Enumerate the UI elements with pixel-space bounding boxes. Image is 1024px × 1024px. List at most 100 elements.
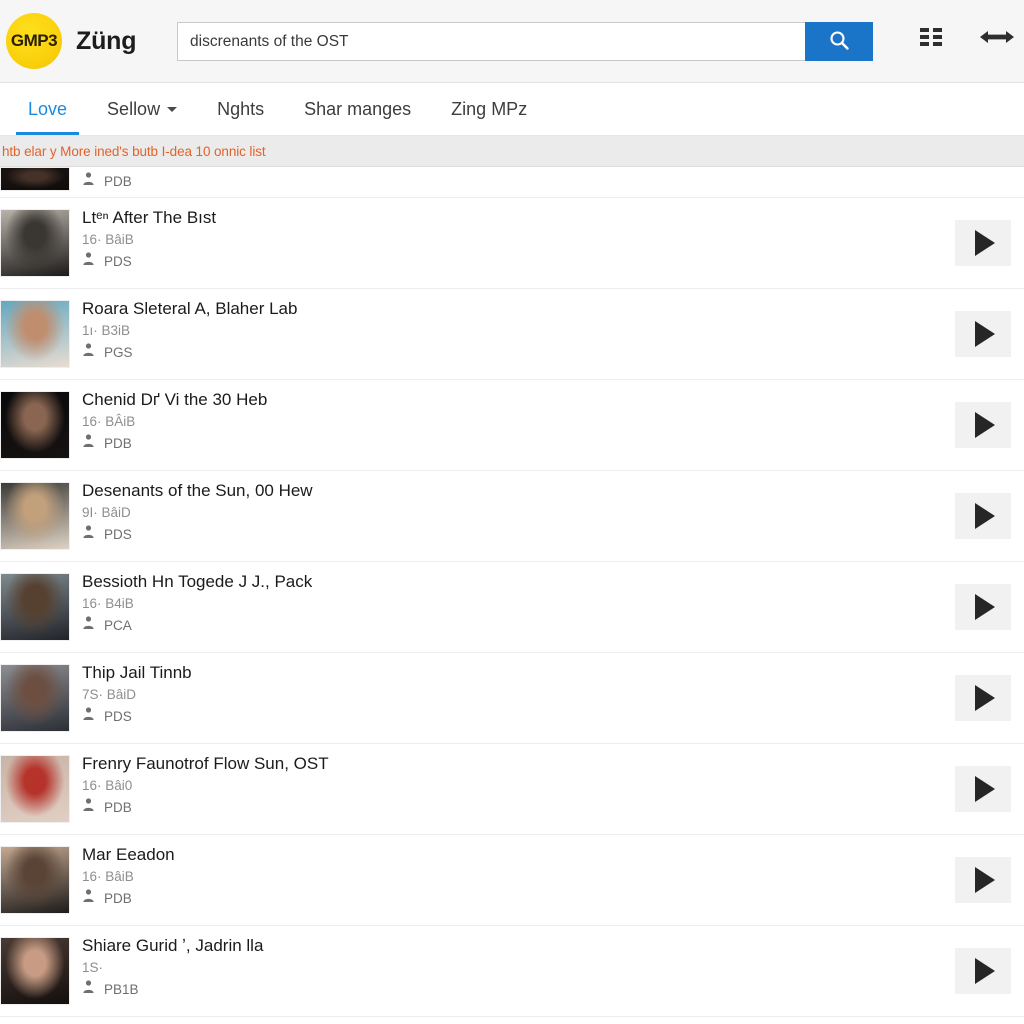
- play-button[interactable]: [955, 493, 1011, 539]
- result-source-label: PCA: [104, 618, 132, 633]
- user-icon: [82, 798, 95, 818]
- result-source-label: PDS: [104, 254, 132, 269]
- result-thumbnail[interactable]: [0, 664, 70, 732]
- result-title[interactable]: Roara Sleteral A, Blaher Lab: [82, 298, 955, 320]
- nav-tab-label-2: Nghts: [217, 98, 265, 119]
- play-icon: [975, 230, 995, 256]
- play-icon: [975, 503, 995, 529]
- result-source-label: PDS: [104, 527, 132, 542]
- play-icon: [975, 867, 995, 893]
- result-source: PCA: [82, 616, 955, 636]
- user-icon: [82, 434, 95, 454]
- result-source: PDB: [82, 889, 955, 909]
- result-title[interactable]: Thip Jail Tinnb: [82, 662, 955, 684]
- result-subtitle: 9I· BâiD: [82, 505, 131, 520]
- nav-tab-label-1: Sellow: [107, 98, 161, 119]
- play-button[interactable]: [955, 402, 1011, 448]
- result-source-label: PDB: [104, 174, 132, 189]
- result-row[interactable]: PDB: [0, 167, 1024, 198]
- play-button[interactable]: [955, 220, 1011, 266]
- result-row[interactable]: Ltᵉⁿ After The Bıst 16· BâiB PDS: [0, 198, 1024, 289]
- header-icon-group: [920, 28, 1014, 46]
- result-meta: Chenid Dґ Vi the 30 Heb 16· BÂiB PDB: [70, 380, 955, 454]
- result-source: PDB: [82, 434, 955, 454]
- result-row[interactable]: Chenid Dґ Vi the 30 Heb 16· BÂiB PDB: [0, 380, 1024, 471]
- play-icon: [975, 594, 995, 620]
- result-thumbnail[interactable]: [0, 937, 70, 1005]
- result-thumbnail[interactable]: [0, 300, 70, 368]
- play-button[interactable]: [955, 857, 1011, 903]
- result-thumbnail[interactable]: [0, 209, 70, 277]
- result-row[interactable]: Mar Eeadon 16· BâiB PDB: [0, 835, 1024, 926]
- play-button[interactable]: [955, 948, 1011, 994]
- nav-tab-label-4: Zing MPz: [451, 98, 528, 119]
- result-source: PDB: [82, 172, 1024, 192]
- result-subtitle: 16· B4iB: [82, 596, 134, 611]
- grid-menu-icon[interactable]: [920, 28, 942, 46]
- result-source: PGS: [82, 343, 955, 363]
- user-icon: [82, 252, 95, 272]
- play-icon: [975, 776, 995, 802]
- result-thumbnail[interactable]: [0, 573, 70, 641]
- result-subtitle: 7S· BâiD: [82, 687, 137, 702]
- result-source-label: PDB: [104, 436, 132, 451]
- play-button[interactable]: [955, 766, 1011, 812]
- result-thumbnail[interactable]: [0, 391, 70, 459]
- result-meta: Shiare Gurid ʼ, Jadrin lla 1S· PB1B: [70, 926, 955, 1000]
- play-button[interactable]: [955, 311, 1011, 357]
- nav-tab-0[interactable]: Love: [8, 83, 87, 135]
- result-row[interactable]: Thip Jail Tinnb 7S· BâiD PDS: [0, 653, 1024, 744]
- result-thumbnail[interactable]: [0, 482, 70, 550]
- logo[interactable]: GMP3 Züng: [6, 13, 136, 69]
- result-title[interactable]: Shiare Gurid ʼ, Jadrin lla: [82, 935, 955, 957]
- result-source-label: PDB: [104, 800, 132, 815]
- result-title[interactable]: Desenants of the Sun, 00 Hew: [82, 480, 955, 502]
- result-subtitle: 1S·: [82, 960, 104, 975]
- result-subtitle: 16· Bâi0: [82, 778, 133, 793]
- app-header: GMP3 Züng: [0, 0, 1024, 83]
- result-row[interactable]: Roara Sleteral A, Blaher Lab 1ı· B3iB PGS: [0, 289, 1024, 380]
- play-button[interactable]: [955, 675, 1011, 721]
- user-icon: [82, 707, 95, 727]
- result-meta: Ltᵉⁿ After The Bıst 16· BâiB PDS: [70, 198, 955, 272]
- result-source-label: PDS: [104, 709, 132, 724]
- play-icon: [975, 958, 995, 984]
- search-results-list: PDB Ltᵉⁿ After The Bıst 16· BâiB PDS Roara S…: [0, 167, 1024, 1017]
- chevron-down-icon: [167, 106, 178, 112]
- nav-tab-2[interactable]: Nghts: [197, 83, 284, 135]
- result-source: PB1B: [82, 980, 955, 1000]
- nav-tab-label-0: Love: [28, 98, 68, 119]
- user-icon: [82, 172, 95, 192]
- result-meta: Mar Eeadon 16· BâiB PDB: [70, 835, 955, 909]
- nav-tab-1[interactable]: Sellow: [87, 83, 197, 135]
- play-icon: [975, 321, 995, 347]
- search-bar: [177, 22, 873, 61]
- result-source-label: PB1B: [104, 982, 139, 997]
- nav-tab-3[interactable]: Shar manges: [284, 83, 431, 135]
- result-title[interactable]: Bessioth Hn Togede J J., Pack: [82, 571, 955, 593]
- expand-horizontal-icon[interactable]: [980, 28, 1014, 46]
- result-meta: Bessioth Hn Togede J J., Pack 16· B4iB PCA: [70, 562, 955, 636]
- result-title[interactable]: Frenry Faunotrof Flow Sun, OST: [82, 753, 955, 775]
- logo-badge: GMP3: [6, 13, 62, 69]
- result-title[interactable]: Chenid Dґ Vi the 30 Heb: [82, 389, 955, 411]
- result-thumbnail[interactable]: [0, 846, 70, 914]
- result-title[interactable]: Mar Eeadon: [82, 844, 955, 866]
- play-button[interactable]: [955, 584, 1011, 630]
- search-button[interactable]: [805, 22, 873, 61]
- result-row[interactable]: Bessioth Hn Togede J J., Pack 16· B4iB PCA: [0, 562, 1024, 653]
- result-row[interactable]: Shiare Gurid ʼ, Jadrin lla 1S· PB1B: [0, 926, 1024, 1017]
- result-thumbnail[interactable]: [0, 755, 70, 823]
- logo-wordmark: Züng: [76, 26, 137, 55]
- nav-tab-4[interactable]: Zing MPz: [431, 83, 547, 135]
- search-input[interactable]: [177, 22, 805, 61]
- result-thumbnail[interactable]: [0, 167, 70, 191]
- play-icon: [975, 685, 995, 711]
- result-source: PDS: [82, 707, 955, 727]
- result-meta: Roara Sleteral A, Blaher Lab 1ı· B3iB PGS: [70, 289, 955, 363]
- result-row[interactable]: Desenants of the Sun, 00 Hew 9I· BâiD PDS: [0, 471, 1024, 562]
- nav-tab-label-3: Shar manges: [304, 98, 412, 119]
- result-source: PDB: [82, 798, 955, 818]
- result-row[interactable]: Frenry Faunotrof Flow Sun, OST 16· Bâi0 PD…: [0, 744, 1024, 835]
- result-title[interactable]: Ltᵉⁿ After The Bıst: [82, 207, 955, 229]
